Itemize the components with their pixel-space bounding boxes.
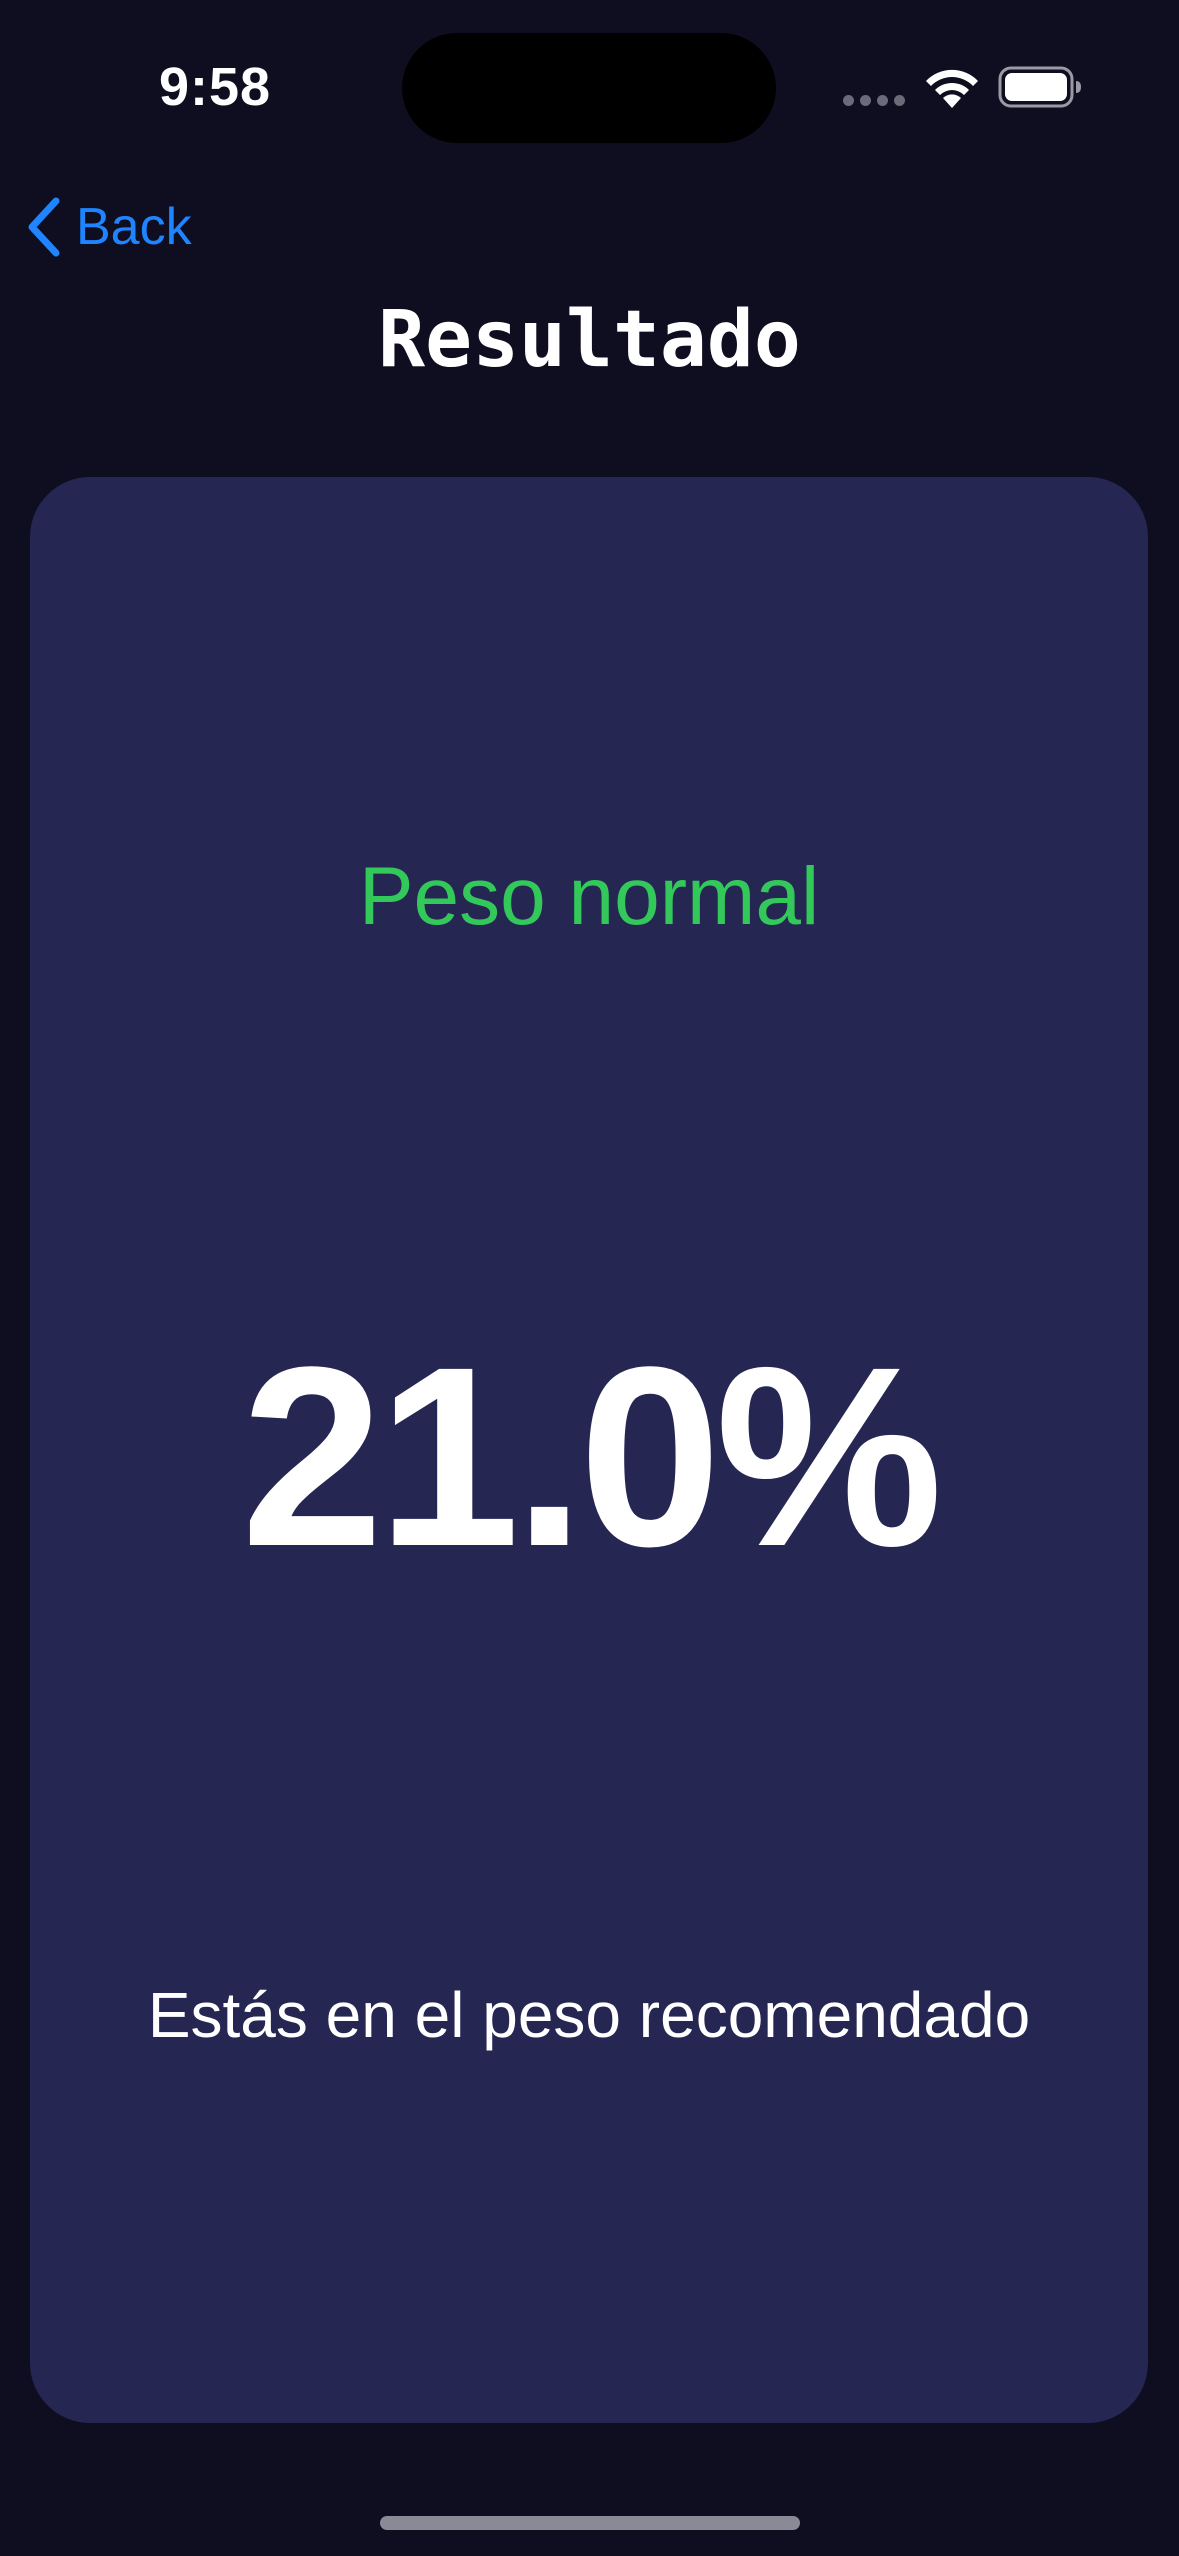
result-message: Estás en el peso recomendado [147, 1979, 1031, 2051]
back-label: Back [76, 198, 192, 256]
home-indicator[interactable] [380, 2516, 800, 2530]
status-time: 9:58 [158, 57, 272, 117]
dynamic-island [402, 33, 776, 143]
page-title: Resultado [378, 295, 801, 385]
result-card: Peso normal 21.0% Estás en el peso recom… [30, 477, 1148, 2423]
result-category: Peso normal [358, 851, 820, 942]
wifi-icon [926, 69, 978, 108]
chevron-left-icon [28, 197, 60, 257]
cellular-signal-icon [843, 95, 907, 107]
back-button[interactable]: Back [24, 190, 192, 264]
battery-icon [998, 66, 1081, 108]
result-value: 21.0% [241, 1314, 943, 1600]
